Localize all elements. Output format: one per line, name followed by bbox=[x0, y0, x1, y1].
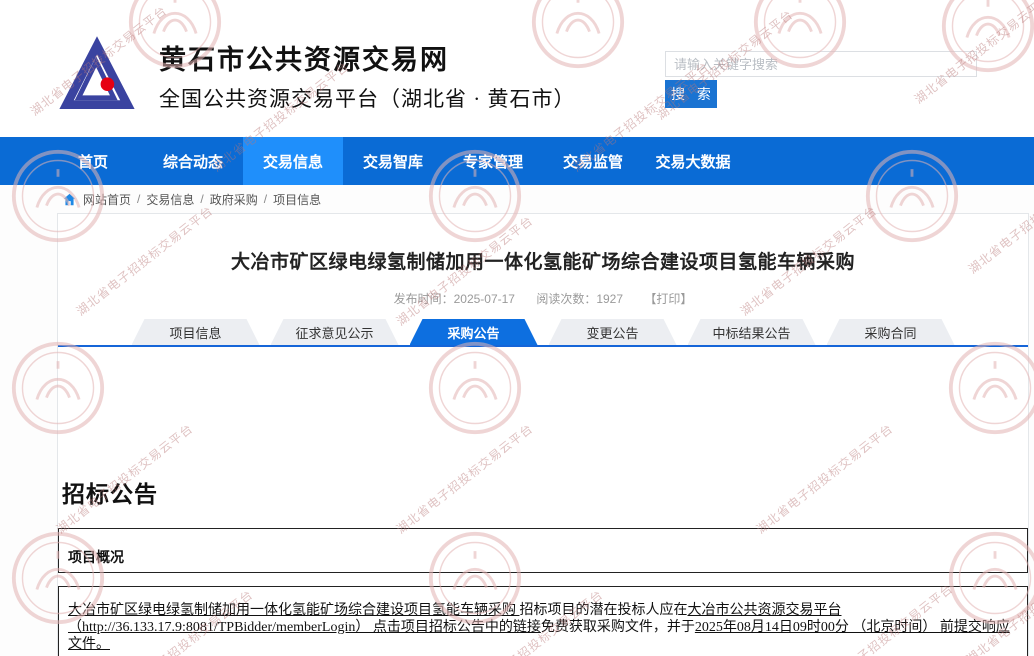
nav-item-3[interactable]: 交易智库 bbox=[343, 137, 443, 185]
tab-0[interactable]: 项目信息 bbox=[132, 319, 260, 345]
view-count: 阅读次数：1927 bbox=[536, 292, 623, 306]
search-input[interactable] bbox=[665, 51, 977, 77]
site-subtitle: 全国公共资源交易平台（湖北省 · 黄石市） bbox=[159, 83, 576, 113]
tab-2[interactable]: 采购公告 bbox=[410, 319, 538, 345]
print-button[interactable]: 【打印】 bbox=[644, 292, 692, 306]
tab-5[interactable]: 采购合同 bbox=[827, 319, 955, 345]
tab-underline bbox=[58, 345, 1028, 347]
nav-item-6[interactable]: 交易大数据 bbox=[643, 137, 743, 185]
publish-time: 发布时间：2025-07-17 bbox=[394, 292, 515, 306]
main-nav: 首页综合动态交易信息交易智库专家管理交易监管交易大数据 bbox=[0, 137, 1034, 185]
search-button[interactable]: 搜 索 bbox=[665, 80, 717, 108]
notice-heading: 招标公告 bbox=[62, 475, 1028, 509]
page-header: 黄石市公共资源交易网 全国公共资源交易平台（湖北省 · 黄石市） 搜 索 bbox=[0, 0, 1034, 137]
article-tabs: 项目信息征求意见公示采购公告变更公告中标结果公告采购合同 bbox=[58, 319, 1028, 345]
site-logo-icon bbox=[57, 32, 137, 114]
nav-item-5[interactable]: 交易监管 bbox=[543, 137, 643, 185]
breadcrumb-item-0[interactable]: 网站首页 bbox=[83, 191, 131, 208]
tab-3[interactable]: 变更公告 bbox=[549, 319, 677, 345]
notice-text-segment: 免费获取采购文件，并于 bbox=[541, 620, 695, 635]
home-icon bbox=[63, 193, 76, 206]
breadcrumb-separator: / bbox=[264, 192, 267, 206]
article-title: 大冶市矿区绿电绿氢制储加用一体化氢能矿场综合建设项目氢能车辆采购 bbox=[58, 247, 1028, 274]
nav-item-4[interactable]: 专家管理 bbox=[443, 137, 543, 185]
breadcrumb-separator: / bbox=[137, 192, 140, 206]
notice-text-segment: 大冶市矿区绿电绿氢制储加用一体化氢能矿场综合建设项目氢能车辆采购 bbox=[68, 603, 520, 618]
site-title: 黄石市公共资源交易网 bbox=[159, 38, 449, 77]
nav-item-1[interactable]: 综合动态 bbox=[143, 137, 243, 185]
tab-4[interactable]: 中标结果公告 bbox=[688, 319, 816, 345]
article-card: 大冶市矿区绿电绿氢制储加用一体化氢能矿场综合建设项目氢能车辆采购 发布时间：20… bbox=[57, 213, 1029, 656]
breadcrumb-item-3[interactable]: 项目信息 bbox=[273, 191, 321, 208]
notice-text-segment: 招标项目的潜在投标人应在 bbox=[520, 603, 688, 618]
breadcrumb: 网站首页 / 交易信息 / 政府采购 / 项目信息 bbox=[0, 185, 1034, 213]
breadcrumb-item-2[interactable]: 政府采购 bbox=[210, 191, 258, 208]
breadcrumb-item-1[interactable]: 交易信息 bbox=[146, 191, 194, 208]
article-meta: 发布时间：2025-07-17 阅读次数：1927 【打印】 bbox=[58, 290, 1028, 307]
breadcrumb-separator: / bbox=[200, 192, 203, 206]
project-overview-cell: 项目概况 bbox=[58, 528, 1028, 573]
nav-item-2[interactable]: 交易信息 bbox=[243, 137, 343, 185]
overview-label: 项目概况 bbox=[68, 547, 124, 567]
tab-1[interactable]: 征求意见公示 bbox=[271, 319, 399, 345]
nav-item-0[interactable]: 首页 bbox=[43, 137, 143, 185]
notice-paragraph: 大冶市矿区绿电绿氢制储加用一体化氢能矿场综合建设项目氢能车辆采购 招标项目的潜在… bbox=[58, 586, 1028, 656]
